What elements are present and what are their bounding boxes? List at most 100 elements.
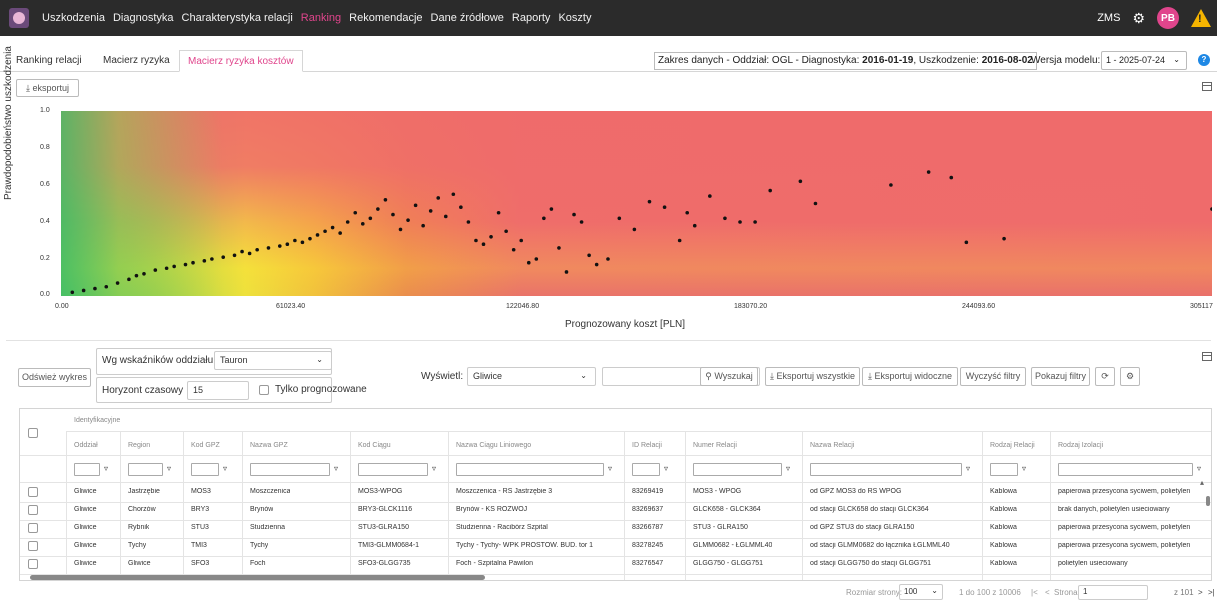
scatter-point[interactable] [436,196,441,200]
column-filter-input[interactable] [693,463,782,476]
scatter-point[interactable] [293,238,297,243]
scatter-point[interactable] [594,262,599,267]
scatter-point[interactable] [421,223,425,228]
scatter-point[interactable] [511,247,516,252]
scatter-point[interactable] [557,246,561,250]
scatter-point[interactable] [798,179,803,184]
show-select[interactable]: Gliwice ⌄ [467,367,596,386]
vertical-scrollbar[interactable] [1206,496,1210,506]
row-checkbox[interactable] [28,559,38,569]
filter-icon[interactable]: ▿ [104,464,108,473]
scatter-point[interactable] [466,220,471,224]
column-filter-input[interactable] [1058,463,1193,476]
help-icon[interactable]: ? [1198,54,1210,66]
tab-macierz-ryzyka-kosztow[interactable]: Macierz ryzyka kosztów [179,50,303,72]
scatter-point[interactable] [768,188,772,193]
scatter-point[interactable] [526,260,531,265]
scatter-point[interactable] [413,203,418,208]
filter-icon[interactable]: ▿ [966,464,970,473]
scatter-point[interactable] [300,240,305,245]
export-all-button[interactable]: ⤓ Eksportuj wszystkie [765,367,860,386]
scatter-point[interactable] [315,233,320,237]
scatter-point[interactable] [549,207,554,211]
scatter-point[interactable] [587,253,591,258]
scatter-point[interactable] [813,201,818,206]
page-number-input[interactable]: 1 [1078,585,1148,600]
scatter-point[interactable] [164,266,169,271]
scatter-point[interactable] [153,268,158,272]
scatter-point[interactable] [323,229,327,234]
scatter-point[interactable] [579,220,584,224]
scatter-point[interactable] [360,222,365,226]
scatter-point[interactable] [353,210,358,215]
scatter-point[interactable] [104,284,109,289]
scatter-point[interactable] [115,281,120,285]
scatter-point[interactable] [606,257,610,261]
scatter-point[interactable] [451,192,456,197]
tab-ranking-relacji[interactable]: Ranking relacji [8,50,90,72]
scatter-point[interactable] [964,240,969,245]
column-filter-input[interactable] [191,463,219,476]
filter-icon[interactable]: ▿ [786,464,790,473]
scatter-point[interactable] [338,231,342,235]
scatter-point[interactable] [708,194,712,198]
scatter-point[interactable] [406,218,410,222]
scatter-point[interactable] [210,257,214,261]
nav-item-rekomendacje[interactable]: Rekomendacje [349,12,422,24]
last-page-icon[interactable]: >| [1208,588,1215,597]
page-size-select[interactable]: 100 ⌄ [899,584,943,600]
filter-icon[interactable]: ▿ [223,464,227,473]
scatter-point[interactable] [496,210,501,215]
filter-icon[interactable]: ▿ [334,464,338,473]
scatter-point[interactable] [459,205,463,209]
filter-icon[interactable]: ▿ [608,464,612,473]
scatter-point[interactable] [572,212,576,217]
column-filter-input[interactable] [810,463,962,476]
scatter-point[interactable] [542,216,546,221]
scatter-point[interactable] [277,244,282,248]
scatter-point[interactable] [519,238,524,243]
row-checkbox[interactable] [28,523,38,533]
prev-page-icon[interactable]: < [1045,588,1050,597]
column-filter-input[interactable] [250,463,330,476]
nav-item-koszty[interactable]: Koszty [558,12,591,24]
forecast-only-checkbox[interactable] [259,385,269,395]
refresh-icon[interactable]: ⟳ [1095,367,1115,386]
scatter-point[interactable] [240,249,244,254]
scatter-point[interactable] [692,223,697,228]
filter-icon[interactable]: ▿ [432,464,436,473]
scatter-point[interactable] [481,242,486,246]
scatter-point[interactable] [685,210,690,215]
scatter-point[interactable] [330,225,335,230]
nav-item-ranking[interactable]: Ranking [301,12,341,24]
row-checkbox[interactable] [28,505,38,515]
select-all-checkbox[interactable] [28,428,38,438]
row-checkbox[interactable] [28,487,38,497]
scatter-point[interactable] [134,273,139,278]
scatter-point[interactable] [391,212,395,217]
scatter-point[interactable] [564,270,569,274]
panel-toggle-icon[interactable] [1202,352,1212,361]
next-page-icon[interactable]: > [1198,588,1203,597]
scatter-point[interactable] [255,247,259,252]
scatter-point[interactable] [285,242,290,246]
nav-item-charakterystyka-relacji[interactable]: Charakterystyka relacji [182,12,293,24]
settings-icon[interactable]: ⚙ [1120,367,1140,386]
column-filter-input[interactable] [990,463,1018,476]
app-logo[interactable] [9,8,29,28]
scatter-point[interactable] [632,227,637,232]
scatter-point[interactable] [489,235,493,239]
scatter-point[interactable] [232,253,237,258]
filter-icon[interactable]: ▿ [664,464,668,473]
scatter-point[interactable] [308,236,312,241]
scatter-point[interactable] [428,209,433,213]
scatter-point[interactable] [723,216,727,221]
nav-item-uszkodzenia[interactable]: Uszkodzenia [42,12,105,24]
scatter-point[interactable] [127,277,131,282]
scatter-point[interactable] [70,290,75,295]
refresh-chart-button[interactable]: Odśwież wykres [18,368,91,387]
scatter-point[interactable] [183,262,188,267]
row-checkbox[interactable] [28,541,38,551]
scatter-point[interactable] [398,227,403,232]
filter-icon[interactable]: ▿ [167,464,171,473]
